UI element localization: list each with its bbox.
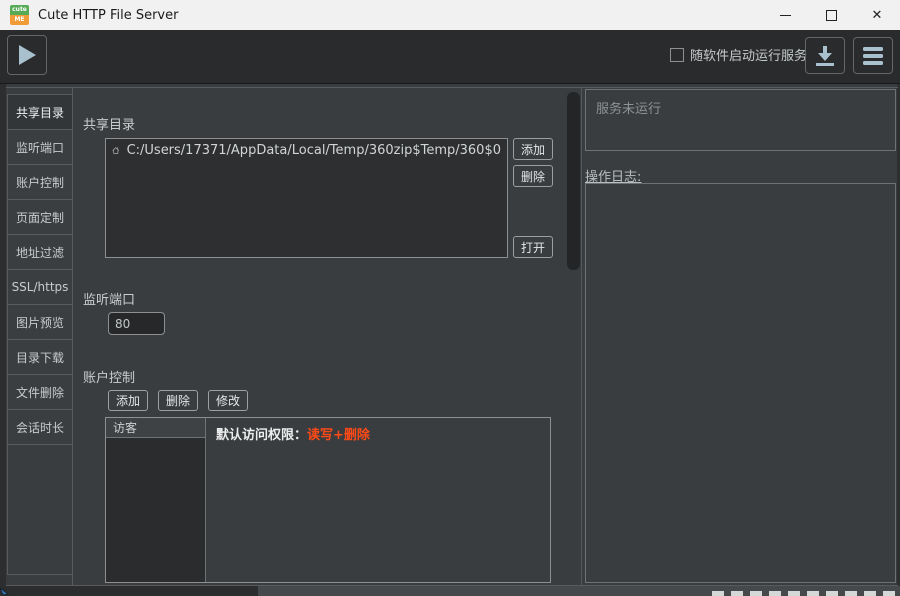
- download-button[interactable]: [805, 37, 845, 74]
- sidebar-tab-image-preview[interactable]: 图片预览: [7, 304, 73, 340]
- service-status-box: 服务未运行: [585, 89, 896, 151]
- sidebar-tab-ssl-https[interactable]: SSL/https: [7, 269, 73, 305]
- window-title: Cute HTTP File Server: [38, 7, 179, 23]
- start-service-button[interactable]: [7, 35, 47, 75]
- share-dir-path: C:/Users/17371/AppData/Local/Temp/360zip…: [126, 143, 501, 158]
- main-top-border: [6, 87, 898, 88]
- maximize-icon: [825, 9, 837, 21]
- hamburger-menu-icon: [863, 46, 883, 65]
- clipped-watermark-artifact: [712, 591, 898, 596]
- play-icon: [19, 45, 36, 65]
- account-add-button[interactable]: 添加: [108, 390, 148, 411]
- account-section-label: 账户控制: [83, 371, 136, 386]
- sidebar-tab-page-custom[interactable]: 页面定制: [7, 199, 73, 235]
- account-table-column-header[interactable]: 访客: [106, 418, 205, 438]
- account-modify-button[interactable]: 修改: [208, 390, 248, 411]
- default-permission-value: 读写+删除: [307, 428, 370, 443]
- autostart-checkbox[interactable]: 随软件启动运行服务: [670, 45, 807, 64]
- minimize-button[interactable]: [762, 0, 808, 30]
- app-icon-top-label: cute: [10, 5, 29, 15]
- share-delete-button[interactable]: 删除: [513, 165, 553, 187]
- titlebar: cute ME Cute HTTP File Server ✕: [0, 0, 900, 30]
- app-icon-bottom-label: ME: [10, 15, 29, 25]
- autostart-label: 随软件启动运行服务: [690, 49, 808, 64]
- default-permission-row: 默认访问权限：读写+删除: [216, 424, 540, 443]
- sidebar-tab-account-ctrl[interactable]: 账户控制: [7, 164, 73, 200]
- window-left-edge: [0, 84, 6, 596]
- sidebar-tab-file-delete[interactable]: 文件删除: [7, 374, 73, 410]
- window-controls: ✕: [762, 0, 900, 30]
- share-add-button[interactable]: 添加: [513, 138, 553, 160]
- toolbar: 随软件启动运行服务: [0, 30, 900, 84]
- service-status-text: 服务未运行: [596, 102, 662, 117]
- minimize-icon: [779, 14, 791, 16]
- menu-button[interactable]: [853, 37, 893, 74]
- vertical-scrollbar-thumb[interactable]: [567, 92, 580, 270]
- sidebar-tab-session-time[interactable]: 会话时长: [7, 409, 73, 445]
- account-table[interactable]: 访客 默认访问权限：读写+删除: [105, 417, 551, 583]
- close-icon: ✕: [871, 7, 883, 23]
- mouse-cursor-fragment: [0, 588, 9, 596]
- share-dir-section-label: 共享目录: [83, 118, 136, 133]
- sidebar: 共享目录 监听端口 账户控制 页面定制 地址过滤 SSL/https 图片预览 …: [7, 94, 73, 575]
- download-icon: [816, 45, 834, 66]
- account-table-user-column: 访客: [106, 418, 206, 582]
- account-table-user-list[interactable]: [106, 438, 205, 582]
- sidebar-tab-share-dir[interactable]: 共享目录: [7, 94, 73, 130]
- default-permission-label: 默认访问权限：: [216, 428, 308, 443]
- share-dir-list-item[interactable]: C:/Users/17371/AppData/Local/Temp/360zip…: [106, 139, 507, 162]
- home-icon: [112, 147, 120, 154]
- account-delete-button[interactable]: 删除: [158, 390, 198, 411]
- port-input[interactable]: [108, 312, 165, 335]
- share-open-button[interactable]: 打开: [513, 236, 553, 258]
- sidebar-tab-dir-download[interactable]: 目录下载: [7, 339, 73, 375]
- sidebar-empty-area: [7, 444, 73, 575]
- close-button[interactable]: ✕: [854, 0, 900, 30]
- sidebar-tab-addr-filter[interactable]: 地址过滤: [7, 234, 73, 270]
- operation-log-box[interactable]: [585, 183, 896, 583]
- sidebar-tab-listen-port[interactable]: 监听端口: [7, 129, 73, 165]
- maximize-button[interactable]: [808, 0, 854, 30]
- right-panel-divider: [581, 88, 582, 585]
- listen-port-section-label: 监听端口: [83, 293, 136, 308]
- account-table-detail-area: 默认访问权限：读写+删除: [206, 418, 550, 582]
- app-icon: cute ME: [10, 5, 29, 25]
- share-dir-list[interactable]: C:/Users/17371/AppData/Local/Temp/360zip…: [105, 138, 508, 258]
- checkbox-icon: [670, 47, 684, 62]
